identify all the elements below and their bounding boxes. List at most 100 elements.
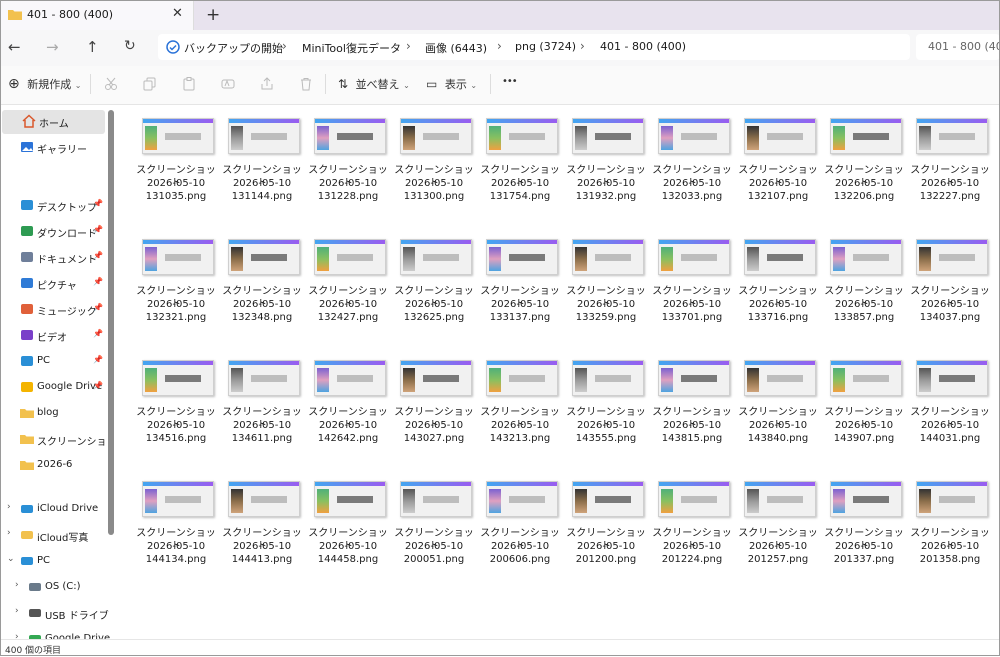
file-name-suffix: 201337.png <box>833 554 895 565</box>
chevron-right-icon[interactable]: › <box>15 632 19 639</box>
chevron-right-icon[interactable]: › <box>15 606 19 616</box>
copy-icon[interactable] <box>143 77 157 91</box>
sidebar-item-label: ホーム <box>39 119 69 130</box>
file-item[interactable]: スクリーンショット 2026-05-10 201200.png <box>564 402 648 572</box>
file-thumbnail <box>572 118 644 154</box>
sidebar-item-label: ミュージック <box>37 307 97 318</box>
tree-item[interactable]: ⌄ PC <box>0 550 110 574</box>
file-name-date: 2026-05-10 <box>576 541 636 552</box>
paste-icon[interactable] <box>182 77 196 91</box>
pin-icon[interactable]: 📌 <box>93 277 103 286</box>
sidebar-item-quick[interactable]: PC 📌 <box>0 350 110 374</box>
sidebar-item-quick[interactable]: ドキュメント 📌 <box>0 246 110 270</box>
file-name-date: 2026-05-10 <box>490 541 550 552</box>
file-name-date: 2026-05-10 <box>232 541 292 552</box>
pin-icon[interactable]: 📌 <box>93 329 103 338</box>
refresh-button[interactable]: ↻ <box>124 38 136 54</box>
share-icon[interactable] <box>260 77 274 91</box>
breadcrumb-item[interactable]: 画像 (6443) <box>425 40 487 56</box>
close-tab-icon[interactable]: ✕ <box>172 6 183 21</box>
file-item[interactable]: スクリーンショット 2026-05-10 201257.png <box>736 402 820 572</box>
file-item[interactable]: スクリーンショット 2026-05-10 201224.png <box>650 402 734 572</box>
file-thumbnail <box>744 481 816 517</box>
file-name-date: 2026-05-10 <box>318 541 378 552</box>
file-item[interactable]: スクリーンショット 2026-05-10 200606.png <box>478 402 562 572</box>
cut-icon[interactable] <box>104 77 118 91</box>
breadcrumb-item[interactable]: MiniTool復元データ <box>302 40 401 56</box>
file-thumbnail <box>744 118 816 154</box>
sidebar-item-home[interactable]: ホーム <box>2 110 105 134</box>
file-thumbnail <box>658 118 730 154</box>
sidebar-item-quick[interactable]: スクリーンショット <box>0 428 110 452</box>
breadcrumb[interactable]: バックアップの開始 › MiniTool復元データ › 画像 (6443) › … <box>158 34 910 60</box>
tree-item[interactable]: › USB ドライブ (D: <box>0 602 110 626</box>
file-item[interactable]: スクリーンショット 2026-05-10 200051.png <box>392 402 476 572</box>
sidebar-item-quick[interactable]: ダウンロード 📌 <box>0 220 110 244</box>
sidebar-item-quick[interactable]: blog <box>0 402 110 426</box>
search-box[interactable]: 401 - 800 (400) <box>916 34 1000 60</box>
chevron-right-icon[interactable]: › <box>7 528 11 538</box>
file-thumbnail <box>314 239 386 275</box>
file-name-date: 2026-05-10 <box>146 541 206 552</box>
file-item[interactable]: スクリーンショット 2026-05-10 201358.png <box>908 402 992 572</box>
breadcrumb-item[interactable]: 401 - 800 (400) <box>600 40 686 53</box>
sidebar-item-quick[interactable]: ピクチャ 📌 <box>0 272 110 296</box>
sidebar-item-quick[interactable]: ビデオ 📌 <box>0 324 110 348</box>
pin-icon[interactable]: 📌 <box>93 225 103 234</box>
sidebar-item-label: デスクトップ <box>37 203 97 214</box>
tree-item[interactable]: › OS (C:) <box>0 576 110 600</box>
new-button[interactable]: ⊕ 新規作成 ⌄ <box>8 76 81 92</box>
rename-icon[interactable] <box>221 77 235 91</box>
sidebar-item-quick[interactable]: ミュージック 📌 <box>0 298 110 322</box>
sidebar-scrollbar[interactable] <box>108 110 114 535</box>
forward-button[interactable]: → <box>46 38 59 56</box>
file-grid: スクリーンショット2026-05-10125652.pngスクリーンショット20… <box>118 105 1000 639</box>
sort-button[interactable]: ⇅ 並べ替え ⌄ <box>338 76 410 92</box>
file-item[interactable]: スクリーンショット 2026-05-10 201337.png <box>822 402 906 572</box>
tree-item[interactable]: › iCloud Drive <box>0 498 110 522</box>
file-thumbnail <box>142 481 214 517</box>
pc-icon <box>20 554 34 568</box>
sidebar-item-quick[interactable]: Google Drive 📌 <box>0 376 110 400</box>
sidebar-item-label: ギャラリー <box>37 145 87 156</box>
file-item[interactable]: スクリーンショット 2026-05-10 144134.png <box>134 402 218 572</box>
file-name-suffix: 144413.png <box>231 554 293 565</box>
file-thumbnail <box>830 118 902 154</box>
file-item[interactable]: スクリーンショット 2026-05-10 144458.png <box>306 402 390 572</box>
tree-item[interactable]: › iCloud写真 <box>0 524 110 548</box>
file-thumbnail <box>142 239 214 275</box>
file-name-date: 2026-05-10 <box>834 541 894 552</box>
chevron-right-icon[interactable]: › <box>15 580 19 590</box>
new-tab-button[interactable]: + <box>206 5 220 25</box>
pin-icon[interactable]: 📌 <box>93 381 103 390</box>
sidebar-item-gallery[interactable]: ギャラリー <box>0 136 110 160</box>
breadcrumb-item[interactable]: png (3724) <box>515 40 576 53</box>
home-icon <box>22 114 36 128</box>
pin-icon[interactable]: 📌 <box>93 303 103 312</box>
chevron-right-icon[interactable]: › <box>7 502 11 512</box>
view-button-label: 表示 <box>444 78 467 91</box>
back-button[interactable]: ← <box>8 38 21 56</box>
file-thumbnail <box>744 360 816 396</box>
file-item[interactable]: スクリーンショット 2026-05-10 144413.png <box>220 402 304 572</box>
sidebar-item-quick[interactable]: 2026-6 <box>0 454 110 478</box>
file-thumbnail <box>400 481 472 517</box>
more-options-button[interactable]: ••• <box>502 76 518 87</box>
sidebar-item-label: PC <box>37 555 51 566</box>
window-tab[interactable]: 401 - 800 (400) ✕ <box>0 0 194 30</box>
sidebar-item-label: USB ドライブ (D: <box>45 611 110 622</box>
pin-icon[interactable]: 📌 <box>93 355 103 364</box>
pin-icon[interactable]: 📌 <box>93 199 103 208</box>
delete-icon[interactable] <box>299 77 313 91</box>
pin-icon[interactable]: 📌 <box>93 251 103 260</box>
file-thumbnail <box>916 360 988 396</box>
breadcrumb-item[interactable]: バックアップの開始 <box>184 40 283 56</box>
sidebar-item-quick[interactable]: デスクトップ 📌 <box>0 194 110 218</box>
tree-item[interactable]: ›Google Drive (G: <box>0 628 110 639</box>
breadcrumb-separator: › <box>580 39 585 53</box>
chevron-down-icon[interactable]: ⌄ <box>7 554 15 564</box>
up-button[interactable]: ↑ <box>86 38 99 56</box>
view-icon: ▭ <box>426 77 438 91</box>
icloud-icon <box>20 502 34 516</box>
view-button[interactable]: ▭ 表示 ⌄ <box>426 76 477 92</box>
